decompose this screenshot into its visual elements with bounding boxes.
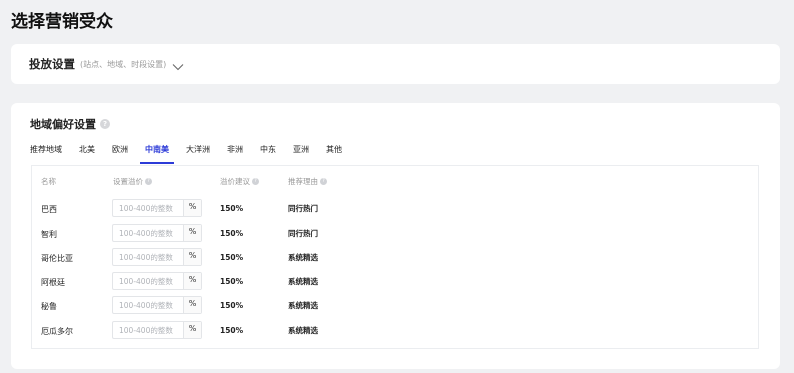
percent-suffix: % <box>183 273 201 289</box>
column-header-suggestion: 溢价建议 ? <box>220 176 259 187</box>
region-name: 哥伦比亚 <box>41 254 73 263</box>
premium-input-group: % <box>112 321 202 339</box>
column-header-reason: 推荐理由 ? <box>288 176 327 187</box>
percent-suffix: % <box>183 297 201 313</box>
table-row: 阿根廷% 150% 系统精选 <box>32 272 758 292</box>
table-row: 智利% 150% 同行热门 <box>32 224 758 244</box>
region-name: 巴西 <box>41 205 57 214</box>
recommend-reason: 同行热门 <box>288 204 318 213</box>
page-title: 选择营销受众 <box>11 12 113 32</box>
tab-region[interactable]: 其他 <box>326 144 342 164</box>
region-preference-title: 地域偏好设置 <box>30 118 96 131</box>
region-name: 秘鲁 <box>41 302 57 311</box>
premium-suggestion: 150% <box>220 277 244 286</box>
region-name: 智利 <box>41 230 57 239</box>
recommend-reason: 系统精选 <box>288 326 318 335</box>
tab-region[interactable]: 中南美 <box>140 144 174 164</box>
tab-region[interactable]: 亚洲 <box>293 144 309 164</box>
tab-region[interactable]: 中东 <box>260 144 276 164</box>
recommend-reason: 同行热门 <box>288 229 318 238</box>
premium-input[interactable] <box>113 322 183 338</box>
percent-suffix: % <box>183 200 201 216</box>
question-circle-icon[interactable]: ? <box>252 178 259 185</box>
premium-input-group: % <box>112 224 202 242</box>
tab-region[interactable]: 非洲 <box>227 144 243 164</box>
premium-input[interactable] <box>113 249 183 265</box>
question-circle-icon[interactable]: ? <box>320 178 327 185</box>
delivery-settings-card: 投放设置 (站点、地域、时段设置) <box>11 44 780 84</box>
recommend-reason: 系统精选 <box>288 301 318 310</box>
premium-suggestion: 150% <box>220 326 244 335</box>
question-circle-icon[interactable]: ? <box>100 119 110 129</box>
tab-region[interactable]: 北美 <box>79 144 95 164</box>
premium-input-group: % <box>112 199 202 217</box>
region-name: 厄瓜多尔 <box>41 327 73 336</box>
premium-input-group: % <box>112 272 202 290</box>
premium-suggestion: 150% <box>220 253 244 262</box>
region-preference-card: 地域偏好设置 ? 推荐地域 北美 欧洲 中南美 大洋洲 非洲 中东 亚洲 其他 名称 设置溢价 … <box>11 103 780 369</box>
tab-region[interactable]: 推荐地域 <box>30 144 62 164</box>
table-row: 厄瓜多尔% 150% 系统精选 <box>32 321 758 341</box>
percent-suffix: % <box>183 322 201 338</box>
region-name: 阿根廷 <box>41 278 65 287</box>
region-preference-header: 地域偏好设置 ? <box>30 116 110 132</box>
premium-suggestion: 150% <box>220 301 244 310</box>
column-header-suggestion-label: 溢价建议 <box>220 177 250 186</box>
recommend-reason: 系统精选 <box>288 277 318 286</box>
delivery-settings-toggle[interactable]: 投放设置 (站点、地域、时段设置) <box>29 56 185 72</box>
column-header-price: 设置溢价 ? <box>113 176 152 187</box>
premium-suggestion: 150% <box>220 229 244 238</box>
premium-input[interactable] <box>113 200 183 216</box>
delivery-settings-subtitle: (站点、地域、时段设置) <box>80 59 167 69</box>
tab-region[interactable]: 欧洲 <box>112 144 128 164</box>
percent-suffix: % <box>183 249 201 265</box>
column-header-name-label: 名称 <box>41 177 56 186</box>
premium-suggestion: 150% <box>220 204 244 213</box>
premium-input[interactable] <box>113 297 183 313</box>
premium-input[interactable] <box>113 273 183 289</box>
table-row: 哥伦比亚% 150% 系统精选 <box>32 248 758 268</box>
recommend-reason: 系统精选 <box>288 253 318 262</box>
column-header-reason-label: 推荐理由 <box>288 177 318 186</box>
table-row: 秘鲁% 150% 系统精选 <box>32 296 758 316</box>
premium-input-group: % <box>112 248 202 266</box>
column-header-name: 名称 <box>41 176 56 187</box>
chevron-down-icon[interactable] <box>171 58 185 71</box>
question-circle-icon[interactable]: ? <box>145 178 152 185</box>
premium-input-group: % <box>112 296 202 314</box>
tab-region[interactable]: 大洋洲 <box>186 144 210 164</box>
region-premium-table: 名称 设置溢价 ? 溢价建议 ? 推荐理由 ? 巴西%150%同行热门智利%15… <box>31 165 759 349</box>
region-tabs: 推荐地域 北美 欧洲 中南美 大洋洲 非洲 中东 亚洲 其他 <box>30 144 359 164</box>
column-header-price-label: 设置溢价 <box>113 177 143 186</box>
percent-suffix: % <box>183 225 201 241</box>
premium-input[interactable] <box>113 225 183 241</box>
table-row: 巴西% 150% 同行热门 <box>32 199 758 219</box>
delivery-settings-title: 投放设置 <box>29 57 75 71</box>
